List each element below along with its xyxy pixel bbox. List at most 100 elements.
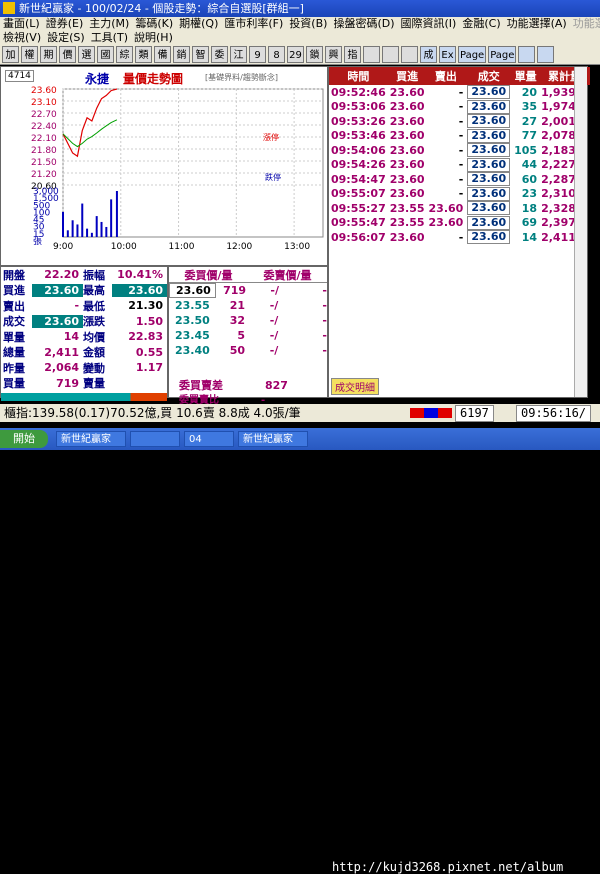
- toolbar-button[interactable]: Page: [488, 46, 517, 63]
- toolbar-button[interactable]: 鎖: [306, 46, 323, 63]
- taskbar-item[interactable]: 新世紀贏家: [56, 431, 126, 447]
- menu-item[interactable]: 匯市利率(F): [221, 17, 286, 30]
- tick-last-value: 23.60: [467, 143, 511, 158]
- toolbar-button[interactable]: Page: [458, 46, 487, 63]
- toolbar-button[interactable]: 國: [97, 46, 114, 63]
- toolbar-button[interactable]: 興: [325, 46, 342, 63]
- toolbar-button[interactable]: 加: [2, 46, 19, 63]
- toolbar-button[interactable]: [363, 46, 380, 63]
- bid-header: 委買價/量: [184, 269, 233, 282]
- volume-bar: [62, 211, 64, 237]
- tick-time: 09:53:06: [331, 100, 386, 114]
- toolbar: 加權期價選國綜類備銷智委江 9 8 29 鎖興指成 Ex Page Page: [0, 45, 600, 65]
- taskbar-item[interactable]: [130, 431, 180, 447]
- menu-item[interactable]: 檢視(V): [0, 31, 44, 44]
- menu-item[interactable]: 籌碼(K): [132, 17, 176, 30]
- toolbar-button[interactable]: [382, 46, 399, 63]
- tick-bid: 23.60: [389, 158, 425, 172]
- menu-item[interactable]: 主力(M): [86, 17, 132, 30]
- toolbar-button[interactable]: 指: [344, 46, 361, 63]
- menu-item[interactable]: 畫面(L): [0, 17, 43, 30]
- toolbar-button[interactable]: [518, 46, 536, 63]
- toolbar-button[interactable]: 選: [78, 46, 95, 63]
- menu-item[interactable]: 證券(E): [43, 17, 87, 30]
- volume-bar: [90, 232, 93, 237]
- otc-index-text: 櫃指:139.58(0.17)70.52億,買 10.6賣 8.8成 4.0張/…: [4, 406, 301, 420]
- tick-vol: 60: [521, 172, 538, 186]
- toolbar-button[interactable]: 綜: [116, 46, 133, 63]
- tick-time: 09:55:07: [331, 187, 386, 201]
- tick-last: 23.60: [465, 128, 512, 144]
- chart-note: [基礎界料/趨勢斷念]: [205, 73, 278, 82]
- price-tick-label: 22.10: [31, 134, 57, 144]
- tick-change: -: [458, 230, 464, 244]
- tick-vol: 69: [521, 216, 538, 230]
- col-vol: 單量: [512, 67, 540, 85]
- ask-price: -/: [269, 329, 279, 342]
- toolbar-button[interactable]: 委: [211, 46, 228, 63]
- order-book-row: 23.50 32 -/ -: [169, 313, 327, 328]
- windows-taskbar: 開始 新世紀贏家 04 新世紀贏家 http://kujd3268.pixnet…: [0, 428, 600, 874]
- tick-last-value: 23.60: [467, 230, 511, 245]
- tick-change: -: [458, 172, 464, 186]
- bid-qty: 50: [229, 344, 245, 357]
- tick-scrollbar[interactable]: [574, 67, 587, 397]
- menu-item[interactable]: 說明(H): [131, 31, 176, 44]
- menu-item[interactable]: 投資(B): [286, 17, 330, 30]
- app-icon: [3, 2, 15, 14]
- tick-header-row: 時間 買進 賣出 成交 單量 累計量: [329, 67, 590, 85]
- toolbar-button[interactable]: [537, 46, 555, 63]
- bid-qty: 719: [223, 284, 247, 297]
- tick-row: 09:55:07 23.60-23.60 23 2,310: [329, 186, 590, 202]
- time-tick-label: 9:00: [53, 242, 73, 252]
- tick-change: -: [458, 129, 464, 143]
- bid-price: 23.60: [169, 283, 217, 298]
- menu-item[interactable]: 國際資訊(I): [398, 17, 460, 30]
- toolbar-button[interactable]: 備: [154, 46, 171, 63]
- toolbar-button[interactable]: 智: [192, 46, 209, 63]
- tick-time: 09:54:26: [331, 158, 386, 172]
- tick-row: 09:52:46 23.60-23.60 20 1,939: [329, 85, 590, 100]
- menu-item[interactable]: 期權(Q): [176, 17, 221, 30]
- order-book-panel: 委買價/量 委賣價/量 23.60 719 -/ - 23.55 21 -/ - 23.50 32…: [168, 266, 328, 406]
- tick-last: 23.60: [465, 172, 512, 187]
- tick-bid: 23.55: [389, 216, 425, 230]
- toolbar-button[interactable]: 江: [230, 46, 247, 63]
- tick-row: 09:55:47 23.55 23.60 23.60 69 2,397: [329, 215, 590, 231]
- tick-time: 09:54:47: [331, 172, 386, 186]
- toolbar-button[interactable]: 成: [420, 46, 437, 63]
- ask-price: -/: [269, 344, 279, 357]
- price-tick-label: 21.80: [31, 146, 57, 156]
- tick-last-value: 23.60: [467, 215, 511, 230]
- toolbar-button[interactable]: 銷: [173, 46, 190, 63]
- volume-bar: [81, 203, 84, 237]
- tab-trade-detail[interactable]: 成交明細: [331, 378, 379, 395]
- quote-label: 均價: [83, 330, 106, 344]
- menu-item[interactable]: 設定(S): [44, 31, 88, 44]
- tick-row: 09:55:27 23.55 23.60 23.60 18 2,328: [329, 201, 590, 216]
- menu-bar-primary: 畫面(L) 證券(E) 主力(M) 籌碼(K) 期權(Q) 匯市利率(F) 投資(B) 操盤密…: [0, 17, 600, 31]
- price-tick-label: 23.10: [31, 98, 57, 108]
- toolbar-button[interactable]: 29: [287, 46, 304, 63]
- toolbar-button[interactable]: 權: [21, 46, 38, 63]
- menu-item[interactable]: 功能選擇(A): [504, 17, 570, 30]
- taskbar-item[interactable]: 04: [184, 431, 234, 447]
- order-book-row: 23.60 719 -/ -: [169, 283, 327, 298]
- toolbar-button[interactable]: [401, 46, 418, 63]
- menu-item[interactable]: 工具(T): [88, 31, 131, 44]
- stock-code[interactable]: 4714: [5, 70, 34, 82]
- toolbar-button[interactable]: 類: [135, 46, 152, 63]
- taskbar-item[interactable]: 新世紀贏家: [238, 431, 308, 447]
- stock-code-input[interactable]: 6197: [455, 405, 494, 422]
- toolbar-button[interactable]: Ex: [439, 46, 456, 63]
- menu-item[interactable]: 操盤密碼(D): [330, 17, 397, 30]
- quote-value: 1.50: [135, 314, 163, 328]
- toolbar-button[interactable]: 8: [268, 46, 285, 63]
- menu-item[interactable]: 功能選擇(V): [570, 17, 600, 30]
- menu-item[interactable]: 金融(C): [459, 17, 503, 30]
- toolbar-button[interactable]: 期: [40, 46, 57, 63]
- quote-row: 昨量 2,064 變動 1.17: [1, 360, 167, 376]
- start-button[interactable]: 開始: [0, 430, 48, 448]
- toolbar-button[interactable]: 9: [249, 46, 266, 63]
- toolbar-button[interactable]: 價: [59, 46, 76, 63]
